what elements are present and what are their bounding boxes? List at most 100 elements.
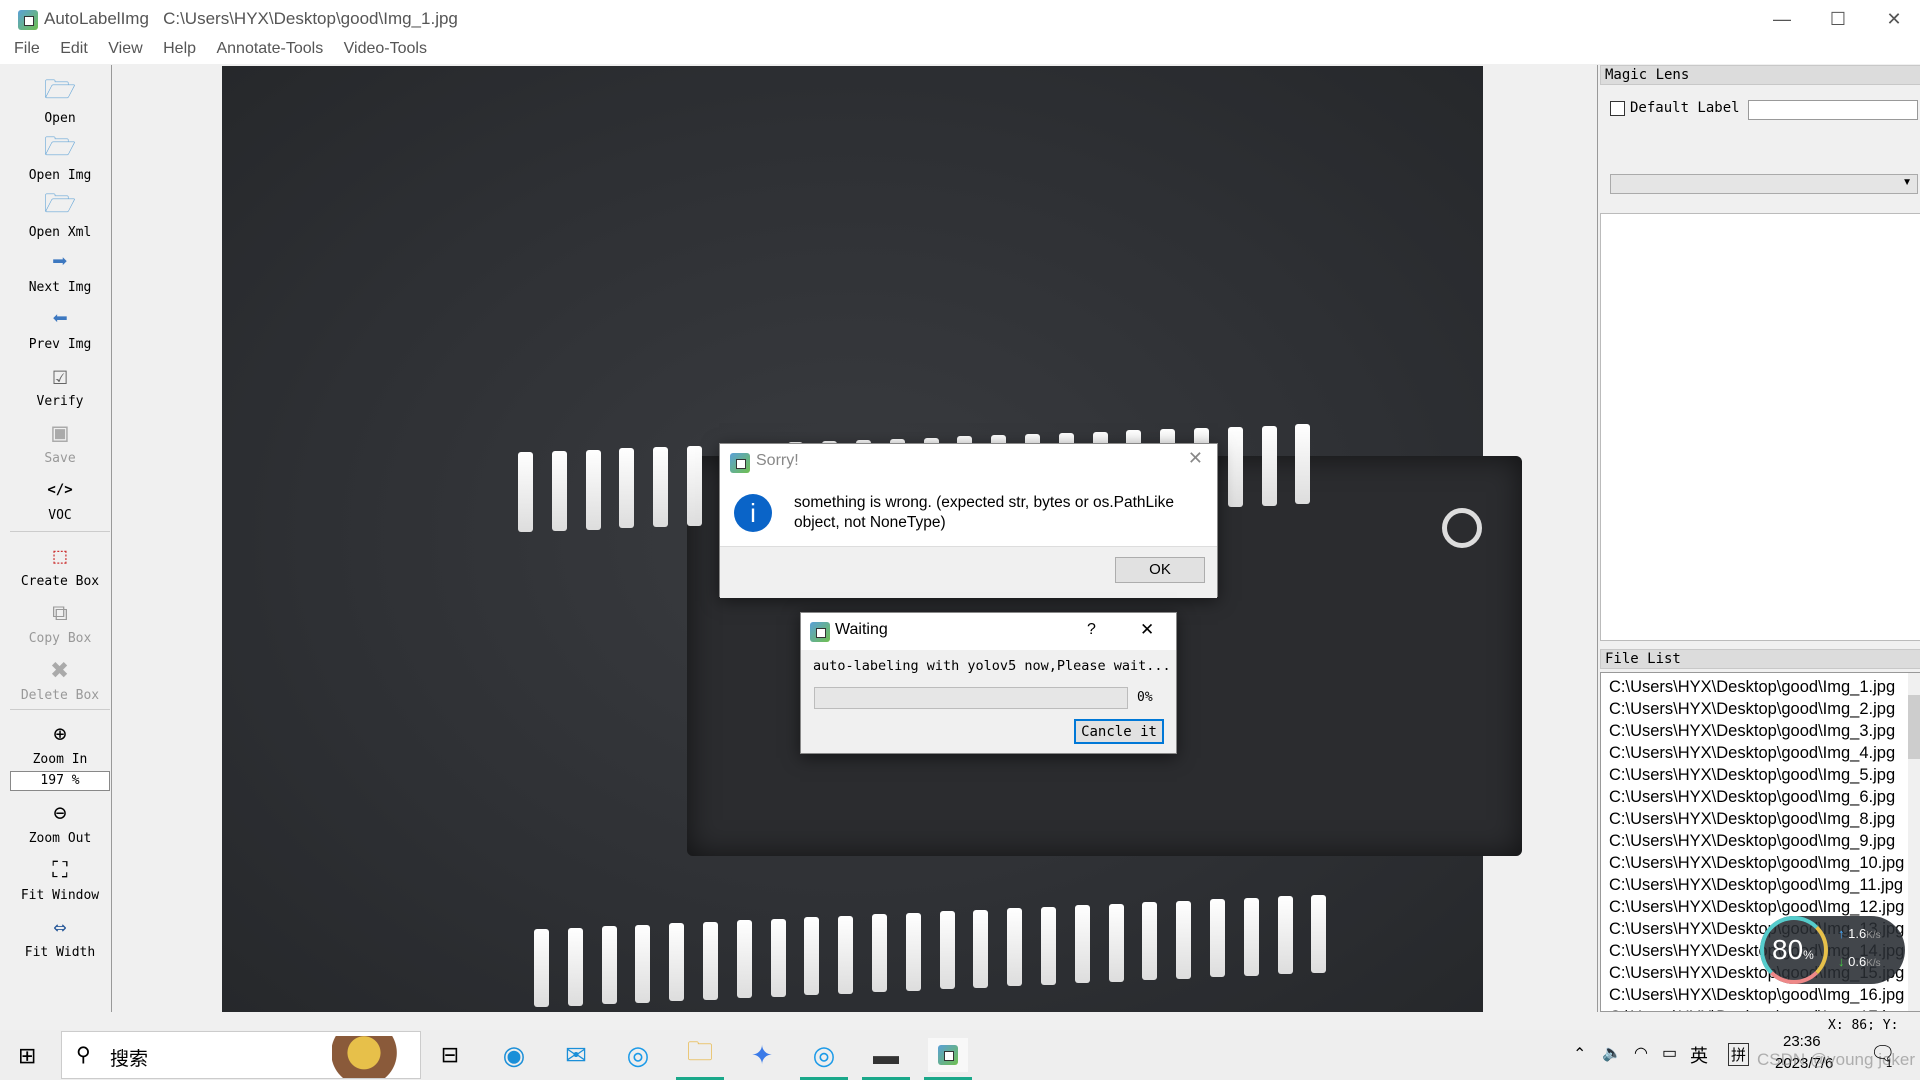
search-box[interactable]: ⚲ 搜索 (61, 1031, 421, 1079)
default-label-checkbox[interactable] (1610, 101, 1625, 116)
wifi-icon[interactable]: ◠ (1634, 1043, 1648, 1063)
chip-pin (551, 450, 567, 531)
file-list-item[interactable]: C:\Users\HYX\Desktop\good\Img_3.jpg (1609, 720, 1895, 742)
next-img-button[interactable]: ➡ Next Img (8, 244, 112, 295)
file-path: C:\Users\HYX\Desktop\good\Img_1.jpg (163, 9, 458, 28)
chip-pin (669, 923, 685, 1001)
menu-help[interactable]: Help (163, 40, 196, 57)
menu-file[interactable]: File (14, 40, 40, 57)
app-icon (810, 622, 830, 642)
menu-video-tools[interactable]: Video-Tools (344, 40, 427, 57)
arrow-right-icon: ➡ (52, 247, 68, 277)
chip-pin (703, 921, 718, 1000)
zoom-out-button[interactable]: ⊖ Zoom Out (8, 795, 112, 847)
open-button[interactable]: 🗁 Open (8, 75, 112, 126)
menu-view[interactable]: View (108, 40, 142, 57)
close-icon[interactable]: ✕ (1188, 448, 1203, 469)
file-list-item[interactable]: C:\Users\HYX\Desktop\good\Img_6.jpg (1609, 786, 1895, 808)
help-button[interactable]: ? (1087, 621, 1096, 639)
file-list-item[interactable]: C:\Users\HYX\Desktop\good\Img_8.jpg (1609, 808, 1895, 830)
title-bar: AutoLabelImg C:\Users\HYX\Desktop\good\I… (0, 0, 1920, 40)
ime-lang[interactable]: 英 (1690, 1042, 1708, 1068)
app-icon (730, 453, 750, 473)
download-icon: ↓ (1838, 954, 1845, 969)
cpu-value: 80 (1772, 934, 1804, 965)
minimize-button[interactable]: — (1754, 0, 1810, 40)
open-xml-button[interactable]: 🗁 Open Xml (8, 189, 112, 240)
file-list-scrollbar[interactable] (1908, 673, 1920, 1011)
app-icon (18, 10, 38, 30)
close-button[interactable]: ✕ (1140, 620, 1154, 640)
menu-annotate-tools[interactable]: Annotate-Tools (216, 40, 323, 57)
folder-icon: 🗁 (43, 132, 77, 162)
menu-bar: File Edit View Help Annotate-Tools Video… (0, 40, 1920, 64)
info-icon: i (734, 494, 772, 532)
ok-button[interactable]: OK (1115, 557, 1205, 583)
file-list-item[interactable]: C:\Users\HYX\Desktop\good\Img_11.jpg (1609, 874, 1903, 896)
clock-time[interactable]: 23:36 (1783, 1033, 1821, 1050)
cancel-button[interactable]: Cancle it (1074, 719, 1164, 744)
chip-pin (1227, 426, 1243, 507)
file-list-header: File List (1600, 649, 1920, 669)
open-img-button[interactable]: 🗁 Open Img (8, 132, 112, 183)
delete-box-button[interactable]: ✖ Delete Box (8, 652, 112, 704)
chip-pin (1277, 896, 1293, 974)
maximize-button[interactable]: ☐ (1810, 0, 1866, 40)
file-list-item[interactable]: C:\Users\HYX\Desktop\good\Img_2.jpg (1609, 698, 1895, 720)
search-highlight-image (332, 1036, 412, 1078)
chip-pin (905, 912, 921, 991)
file-list-item[interactable]: C:\Users\HYX\Desktop\good\Img_4.jpg (1609, 742, 1895, 764)
verify-button[interactable]: ☑ Verify (8, 358, 112, 409)
qq-browser-icon[interactable]: ◎ (618, 1038, 658, 1072)
ime-mode[interactable]: 拼 (1728, 1043, 1750, 1066)
close-button[interactable]: ✕ (1866, 0, 1920, 40)
folder-icon: 🗁 (43, 189, 77, 219)
net-speed-widget[interactable]: 80% ↑ 1.6K/s ↓ 0.6K/s (1760, 916, 1905, 984)
chevron-down-icon: ▼ (1902, 177, 1912, 188)
chip-pin (1295, 424, 1311, 505)
zoom-in-button[interactable]: ⊕ Zoom In (8, 716, 112, 768)
battery-icon[interactable]: ▭ (1662, 1043, 1677, 1063)
volume-icon[interactable]: 🔈 (1602, 1043, 1622, 1063)
error-message: something is wrong. (expected str, bytes… (794, 494, 1174, 531)
file-explorer-icon[interactable]: 🗀 (676, 1036, 724, 1080)
chip-pin (653, 447, 669, 528)
zoom-value-field[interactable]: 197 % (10, 771, 110, 791)
file-list-item[interactable]: C:\Users\HYX\Desktop\good\Img_17.jpg (1609, 1006, 1904, 1011)
file-list-item[interactable]: C:\Users\HYX\Desktop\good\Img_16.jpg (1609, 984, 1904, 1006)
file-list-item[interactable]: C:\Users\HYX\Desktop\good\Img_12.jpg (1609, 896, 1904, 918)
file-list-item[interactable]: C:\Users\HYX\Desktop\good\Img_9.jpg (1609, 830, 1895, 852)
prev-img-button[interactable]: ⬅ Prev Img (8, 301, 112, 352)
qq-browser-icon[interactable]: ◎ (800, 1038, 848, 1080)
file-list-item[interactable]: C:\Users\HYX\Desktop\good\Img_5.jpg (1609, 764, 1895, 786)
toolbar: 🗁 Open 🗁 Open Img 🗁 Open Xml ➡ Next Img ⬅ Pre… (8, 65, 112, 1012)
chip-pin (1261, 425, 1277, 506)
fit-window-button[interactable]: ⛶ Fit Window (8, 852, 112, 904)
progress-bar (814, 687, 1128, 709)
terminal-icon[interactable]: ▬ (862, 1038, 910, 1080)
windows-start-icon[interactable]: ⊞ (18, 1043, 36, 1069)
label-list[interactable] (1600, 213, 1920, 641)
mail-icon[interactable]: ✉ (556, 1038, 596, 1072)
chevron-up-icon[interactable]: ⌃ (1573, 1044, 1586, 1064)
menu-edit[interactable]: Edit (60, 40, 88, 57)
save-button[interactable]: ▣ Save (8, 415, 112, 466)
progress-text: 0% (1137, 690, 1153, 705)
file-list-item[interactable]: C:\Users\HYX\Desktop\good\Img_10.jpg (1609, 852, 1904, 874)
checkbox-icon: ☑ (52, 361, 68, 391)
chip-pin (1243, 897, 1259, 976)
fit-width-button[interactable]: ⇔ Fit Width (8, 909, 112, 961)
autolabelimg-taskbar-icon[interactable] (924, 1038, 972, 1080)
copy-box-button[interactable]: ⧉ Copy Box (8, 595, 112, 647)
file-list-item[interactable]: C:\Users\HYX\Desktop\good\Img_1.jpg (1609, 676, 1895, 698)
task-view-icon[interactable]: ⊟ (430, 1038, 470, 1072)
voc-button[interactable]: </> VOC (8, 472, 112, 523)
chip-pin (939, 911, 955, 989)
edge-icon[interactable]: ◉ (494, 1038, 534, 1072)
feishu-icon[interactable]: ✦ (742, 1038, 782, 1072)
default-label-input[interactable] (1748, 100, 1918, 120)
create-box-button[interactable]: ⬚ Create Box (8, 538, 112, 590)
dialog-title: Waiting (835, 621, 888, 638)
label-combo[interactable]: ▼ (1610, 174, 1918, 194)
chip-pin (770, 918, 786, 997)
